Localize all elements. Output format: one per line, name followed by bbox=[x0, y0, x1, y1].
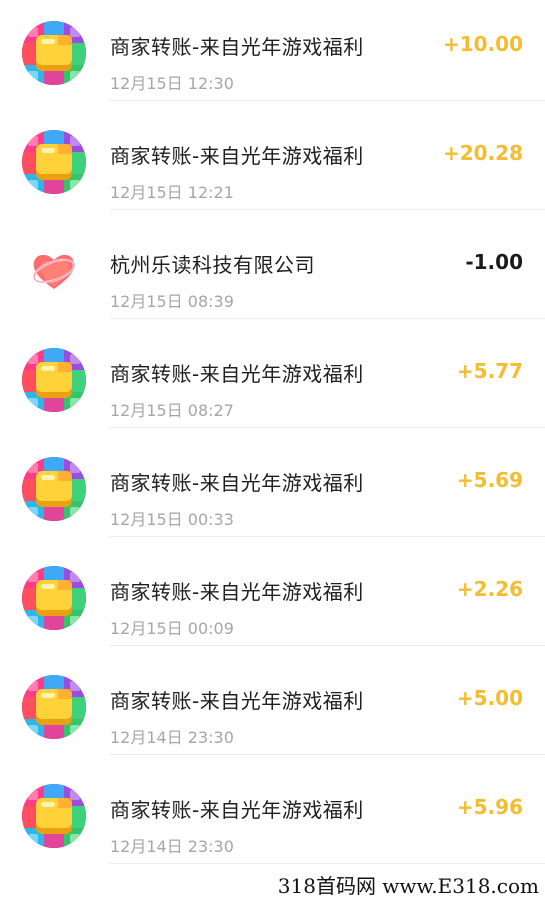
transaction-time: 12月15日 08:39 bbox=[110, 292, 234, 311]
game-block-icon bbox=[22, 457, 86, 521]
transaction-amount: +5.96 bbox=[456, 795, 523, 819]
transaction-row[interactable]: 商家转账-来自光年游戏福利 12月14日 23:30 +5.00 bbox=[0, 646, 545, 755]
watermark-text: 318首码网 www.E318.com bbox=[277, 870, 539, 899]
transaction-title: 商家转账-来自光年游戏福利 bbox=[110, 471, 364, 495]
transaction-amount: +20.28 bbox=[442, 141, 523, 165]
transaction-amount: -1.00 bbox=[465, 250, 523, 274]
transaction-title: 商家转账-来自光年游戏福利 bbox=[110, 798, 364, 822]
game-block-icon bbox=[22, 21, 86, 85]
transaction-time: 12月15日 00:33 bbox=[110, 510, 234, 529]
transaction-time: 12月15日 12:30 bbox=[110, 74, 234, 93]
row-divider bbox=[110, 863, 545, 864]
game-block-icon bbox=[22, 566, 86, 630]
transaction-amount: +5.77 bbox=[456, 359, 523, 383]
game-block-icon bbox=[22, 348, 86, 412]
transaction-title: 杭州乐读科技有限公司 bbox=[110, 253, 315, 277]
transaction-row[interactable]: 商家转账-来自光年游戏福利 12月15日 00:33 +5.69 bbox=[0, 428, 545, 537]
game-block-icon bbox=[22, 675, 86, 739]
transaction-row[interactable]: 商家转账-来自光年游戏福利 12月15日 12:30 +10.00 bbox=[0, 0, 545, 101]
transaction-row[interactable]: 商家转账-来自光年游戏福利 12月14日 23:30 +5.96 bbox=[0, 755, 545, 864]
transaction-amount: +5.00 bbox=[456, 686, 523, 710]
game-block-icon bbox=[22, 784, 86, 848]
transaction-list: 商家转账-来自光年游戏福利 12月15日 12:30 +10.00 商家转账-来自光… bbox=[0, 0, 545, 864]
transaction-amount: +5.69 bbox=[456, 468, 523, 492]
transaction-title: 商家转账-来自光年游戏福利 bbox=[110, 35, 364, 59]
transaction-title: 商家转账-来自光年游戏福利 bbox=[110, 144, 364, 168]
transaction-title: 商家转账-来自光年游戏福利 bbox=[110, 362, 364, 386]
transaction-title: 商家转账-来自光年游戏福利 bbox=[110, 580, 364, 604]
transaction-row[interactable]: 杭州乐读科技有限公司 12月15日 08:39 -1.00 bbox=[0, 210, 545, 319]
transaction-amount: +10.00 bbox=[442, 32, 523, 56]
transaction-time: 12月15日 08:27 bbox=[110, 401, 234, 420]
transaction-time: 12月15日 12:21 bbox=[110, 183, 234, 202]
transaction-time: 12月14日 23:30 bbox=[110, 728, 234, 747]
transaction-amount: +2.26 bbox=[456, 577, 523, 601]
transaction-row[interactable]: 商家转账-来自光年游戏福利 12月15日 12:21 +20.28 bbox=[0, 101, 545, 210]
transaction-row[interactable]: 商家转账-来自光年游戏福利 12月15日 08:27 +5.77 bbox=[0, 319, 545, 428]
transaction-row[interactable]: 商家转账-来自光年游戏福利 12月15日 00:09 +2.26 bbox=[0, 537, 545, 646]
transaction-time: 12月14日 23:30 bbox=[110, 837, 234, 856]
transaction-title: 商家转账-来自光年游戏福利 bbox=[110, 689, 364, 713]
heart-logo-icon bbox=[22, 239, 86, 303]
transaction-time: 12月15日 00:09 bbox=[110, 619, 234, 638]
game-block-icon bbox=[22, 130, 86, 194]
